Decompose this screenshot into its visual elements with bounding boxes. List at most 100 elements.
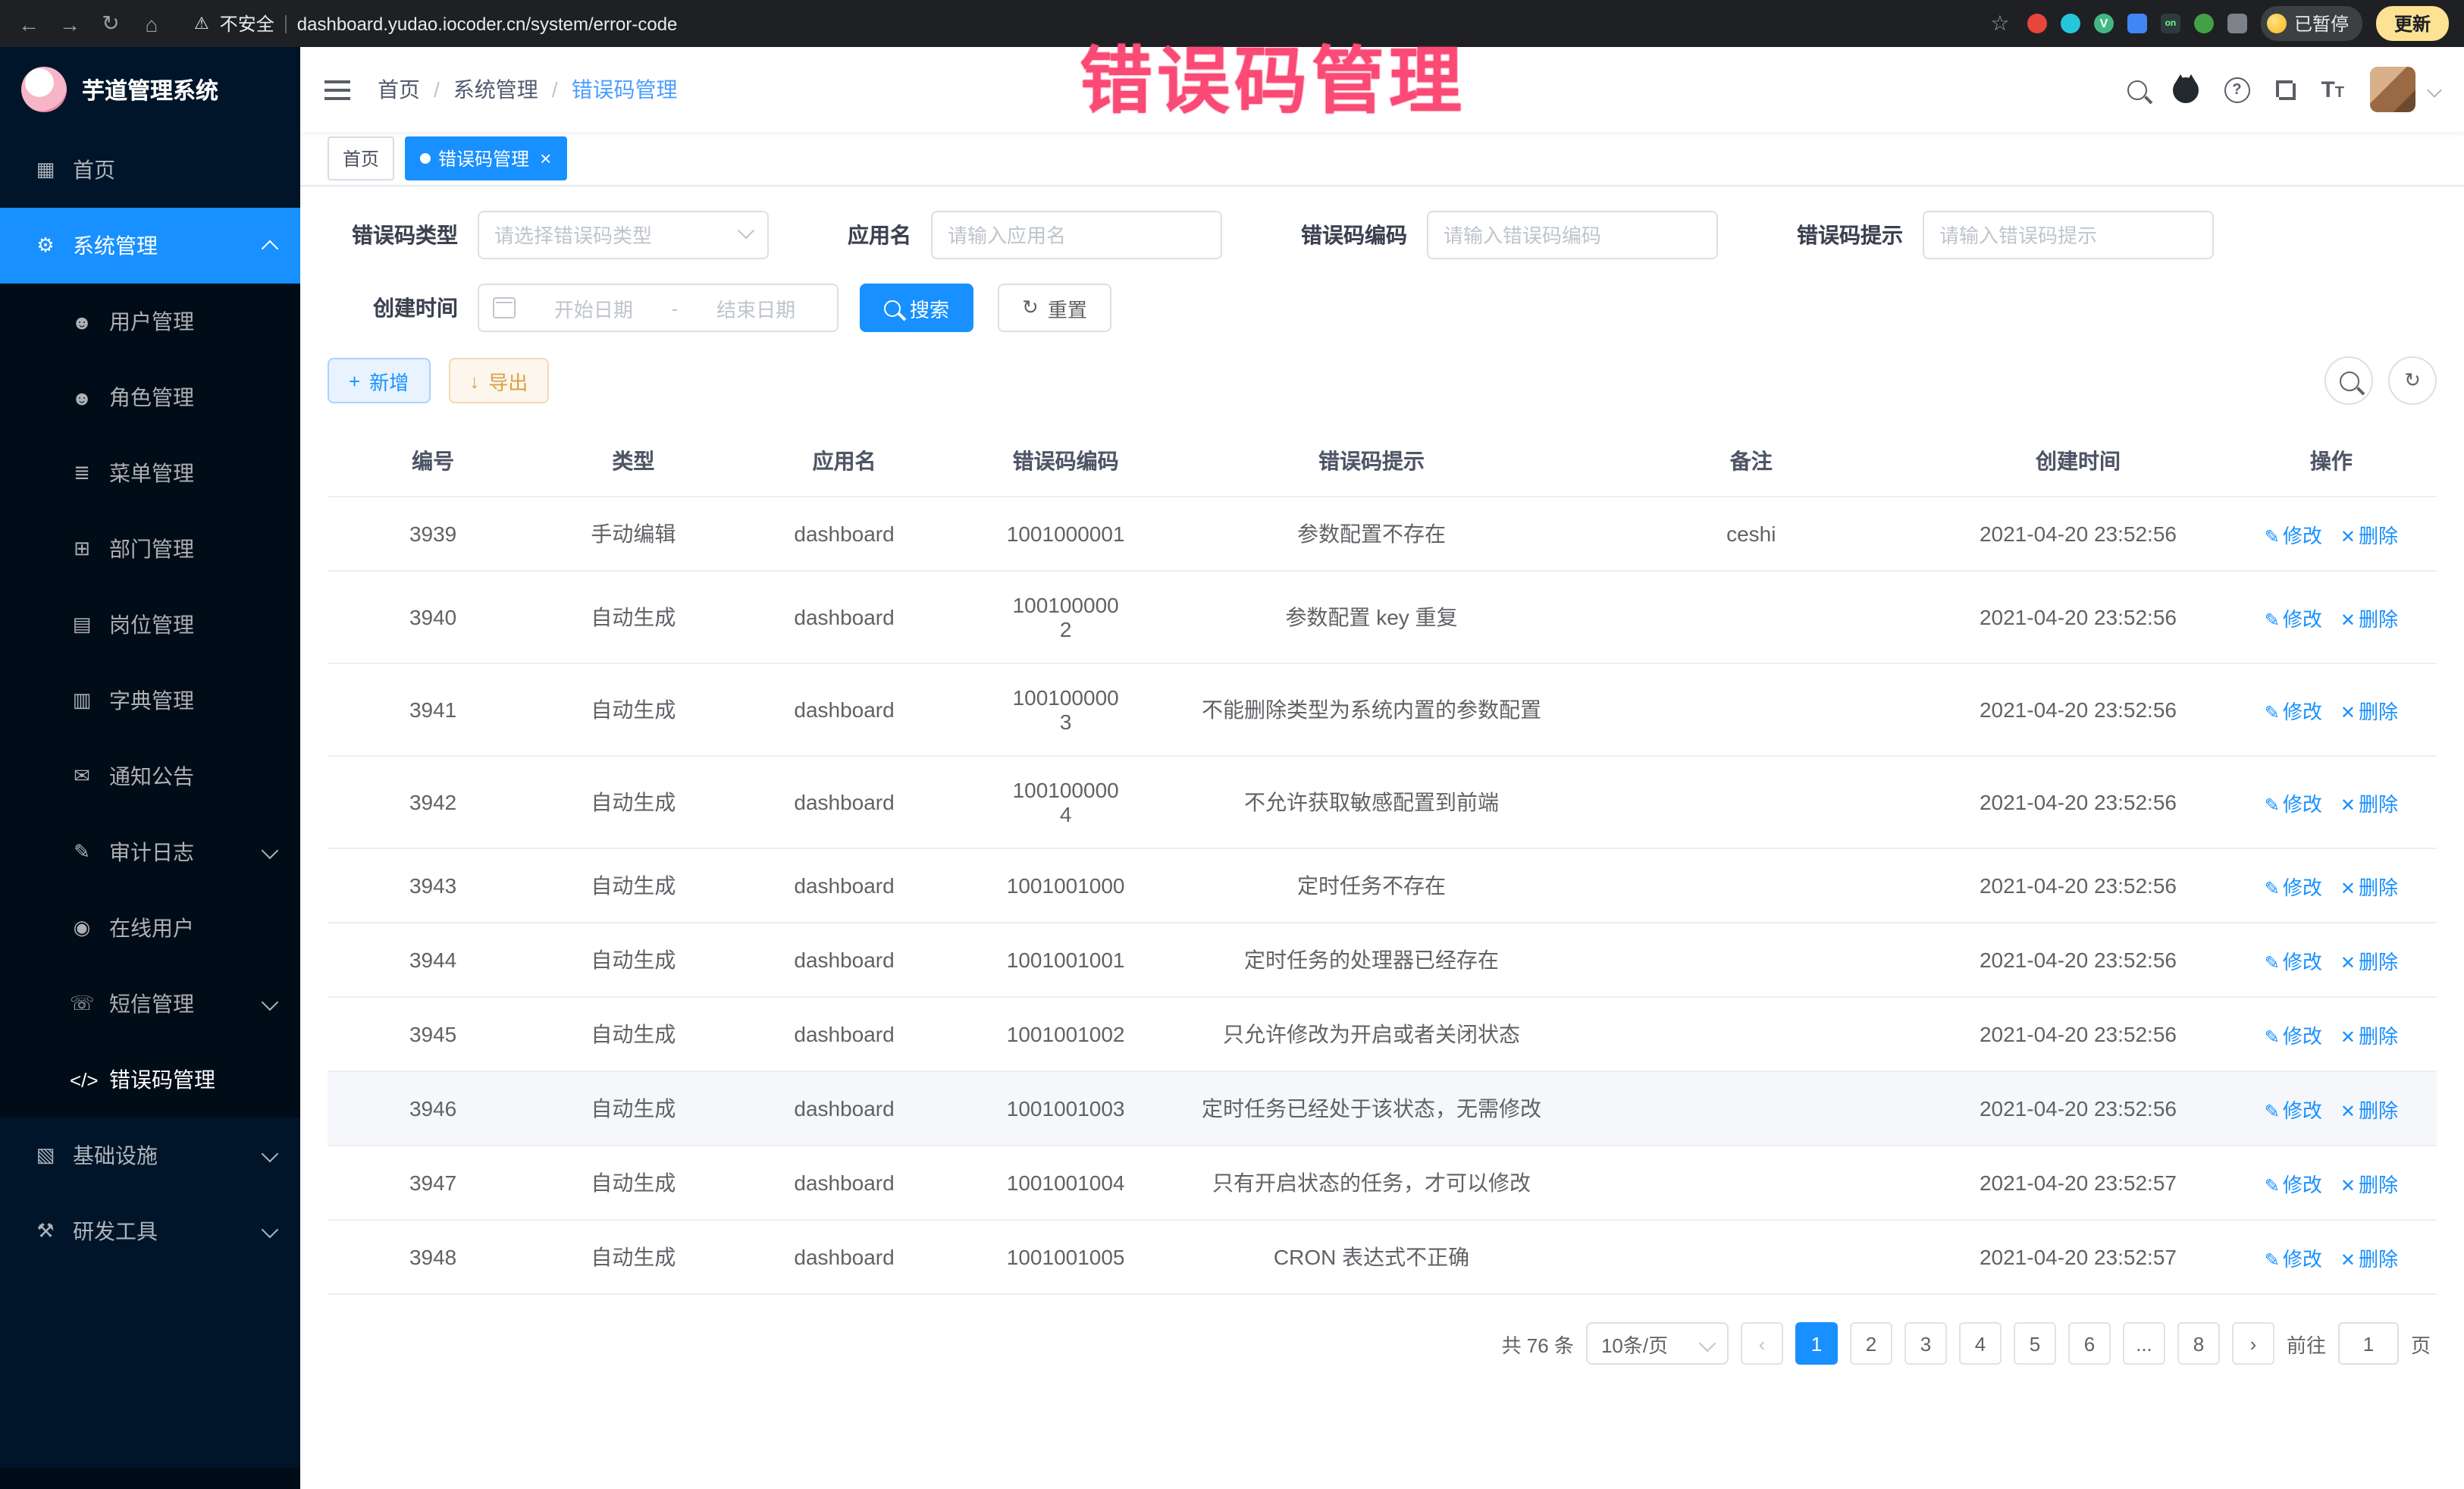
chevron-down-icon bbox=[262, 993, 279, 1011]
extensions-puzzle-icon[interactable] bbox=[2227, 14, 2247, 33]
page-button-5[interactable]: 5 bbox=[2014, 1322, 2056, 1365]
prev-page-button[interactable]: ‹ bbox=[1741, 1322, 1783, 1365]
url-text: dashboard.yudao.iocoder.cn/system/error-… bbox=[297, 13, 678, 34]
refresh-button[interactable]: ↻ bbox=[2388, 356, 2437, 405]
edit-link[interactable]: ✎修改 bbox=[2265, 524, 2322, 547]
delete-link[interactable]: ✕删除 bbox=[2340, 1099, 2398, 1121]
edit-icon: ✎ bbox=[2265, 794, 2280, 815]
row-app: dashboard bbox=[729, 1146, 961, 1220]
update-button[interactable]: 更新 bbox=[2376, 6, 2449, 41]
tab-error-code[interactable]: 错误码管理 × bbox=[405, 136, 566, 180]
date-range-picker[interactable]: 开始日期 - 结束日期 bbox=[478, 284, 839, 332]
edit-link[interactable]: ✎修改 bbox=[2265, 792, 2322, 815]
row-remark bbox=[1572, 1220, 1930, 1294]
sidebar-item-menu[interactable]: ≣菜单管理 bbox=[0, 435, 300, 511]
row-type: 自动生成 bbox=[538, 571, 728, 663]
back-icon[interactable]: ← bbox=[15, 11, 42, 36]
avatar-caret-icon[interactable] bbox=[2427, 82, 2442, 97]
sidebar-item-audit-log[interactable]: ✎审计日志 bbox=[0, 814, 300, 890]
next-page-button[interactable]: › bbox=[2232, 1322, 2274, 1365]
delete-link[interactable]: ✕删除 bbox=[2340, 1247, 2398, 1270]
edit-link[interactable]: ✎修改 bbox=[2265, 607, 2322, 630]
search-button[interactable]: 搜索 bbox=[860, 284, 973, 332]
row-type: 自动生成 bbox=[538, 848, 728, 923]
page-button-6[interactable]: 6 bbox=[2068, 1322, 2111, 1365]
more-pages-button[interactable]: ... bbox=[2123, 1322, 2165, 1365]
delete-link[interactable]: ✕删除 bbox=[2340, 700, 2398, 723]
sidebar-item-system[interactable]: ⚙系统管理 bbox=[0, 208, 300, 284]
delete-link[interactable]: ✕删除 bbox=[2340, 607, 2398, 630]
page-button-4[interactable]: 4 bbox=[1959, 1322, 2002, 1365]
profile-chip[interactable]: 已暂停 bbox=[2261, 6, 2362, 41]
delete-link[interactable]: ✕删除 bbox=[2340, 950, 2398, 973]
app-logo[interactable]: 芋道管理系统 bbox=[0, 47, 300, 132]
extension-vue-icon[interactable]: V bbox=[2094, 14, 2114, 33]
delete-link[interactable]: ✕删除 bbox=[2340, 1173, 2398, 1196]
edit-link[interactable]: ✎修改 bbox=[2265, 876, 2322, 898]
forward-icon[interactable]: → bbox=[56, 11, 83, 36]
header-search-icon[interactable] bbox=[2127, 80, 2146, 99]
add-button[interactable]: + 新增 bbox=[328, 358, 430, 403]
row-msg: 定时任务的处理器已经存在 bbox=[1171, 923, 1572, 997]
edit-link[interactable]: ✎修改 bbox=[2265, 700, 2322, 723]
delete-link[interactable]: ✕删除 bbox=[2340, 524, 2398, 547]
toggle-search-button[interactable] bbox=[2324, 356, 2373, 405]
sidebar-item-post[interactable]: ▤岗位管理 bbox=[0, 587, 300, 663]
edit-link[interactable]: ✎修改 bbox=[2265, 1247, 2322, 1270]
edit-link[interactable]: ✎修改 bbox=[2265, 950, 2322, 973]
bookmark-star-icon[interactable]: ☆ bbox=[1986, 11, 2014, 36]
url-bar[interactable]: ⚠ 不安全 dashboard.yudao.iocoder.cn/system/… bbox=[179, 6, 1973, 41]
goto-page-input[interactable] bbox=[2338, 1322, 2399, 1365]
row-code: 1001000001 bbox=[961, 497, 1171, 571]
delete-link[interactable]: ✕删除 bbox=[2340, 1024, 2398, 1047]
error-code-label: 错误码编码 bbox=[1301, 220, 1407, 250]
extension-red-icon[interactable] bbox=[2027, 14, 2047, 33]
sidebar-item-dict[interactable]: ▥字典管理 bbox=[0, 663, 300, 738]
page-button-1[interactable]: 1 bbox=[1795, 1322, 1838, 1365]
user-avatar[interactable] bbox=[2370, 67, 2415, 112]
export-button[interactable]: ↓ 导出 bbox=[448, 358, 549, 403]
sidebar-toggle-icon[interactable] bbox=[324, 80, 350, 99]
delete-link[interactable]: ✕删除 bbox=[2340, 876, 2398, 898]
reload-icon[interactable]: ↻ bbox=[97, 11, 124, 36]
tab-home[interactable]: 首页 bbox=[328, 136, 394, 180]
breadcrumb-system[interactable]: 系统管理 bbox=[453, 74, 538, 105]
sidebar-item-user[interactable]: ☻用户管理 bbox=[0, 284, 300, 359]
row-type: 自动生成 bbox=[538, 756, 728, 848]
sidebar-item-sms[interactable]: ☏短信管理 bbox=[0, 966, 300, 1042]
sidebar-item-notice[interactable]: ✉通知公告 bbox=[0, 738, 300, 814]
sidebar-item-infra[interactable]: ▧基础设施 bbox=[0, 1118, 300, 1193]
page-button-2[interactable]: 2 bbox=[1850, 1322, 1892, 1365]
edit-link[interactable]: ✎修改 bbox=[2265, 1024, 2322, 1047]
extension-on-icon[interactable]: on bbox=[2161, 14, 2180, 33]
error-msg-input[interactable] bbox=[1923, 211, 2214, 259]
page-size-select[interactable]: 10条/页 bbox=[1586, 1322, 1729, 1365]
edit-link[interactable]: ✎修改 bbox=[2265, 1099, 2322, 1121]
reset-button[interactable]: ↻ 重置 bbox=[998, 284, 1111, 332]
extension-green-icon[interactable] bbox=[2194, 14, 2214, 33]
row-id: 3947 bbox=[328, 1146, 538, 1220]
browser-home-icon[interactable]: ⌂ bbox=[138, 11, 165, 36]
edit-link[interactable]: ✎修改 bbox=[2265, 1173, 2322, 1196]
error-type-select[interactable] bbox=[478, 211, 769, 259]
sidebar-item-dept[interactable]: ⊞部门管理 bbox=[0, 511, 300, 587]
extension-blue-icon[interactable] bbox=[2127, 14, 2147, 33]
tab-close-icon[interactable]: × bbox=[540, 147, 551, 170]
extension-teal-icon[interactable] bbox=[2061, 14, 2080, 33]
delete-link[interactable]: ✕删除 bbox=[2340, 792, 2398, 815]
font-size-icon[interactable]: TT bbox=[2321, 77, 2344, 102]
page-button-3[interactable]: 3 bbox=[1904, 1322, 1947, 1365]
sidebar-item-role[interactable]: ☻角色管理 bbox=[0, 359, 300, 435]
sidebar-item-online-user[interactable]: ◉在线用户 bbox=[0, 890, 300, 966]
error-code-input[interactable] bbox=[1427, 211, 1718, 259]
sidebar-item-dev-tool[interactable]: ⚒研发工具 bbox=[0, 1193, 300, 1269]
breadcrumb-home[interactable]: 首页 bbox=[378, 74, 420, 105]
sidebar-item-error-code[interactable]: </>错误码管理 bbox=[0, 1042, 300, 1118]
page-button-8[interactable]: 8 bbox=[2177, 1322, 2220, 1365]
app-name-input[interactable] bbox=[931, 211, 1222, 259]
github-icon[interactable] bbox=[2172, 77, 2198, 102]
fullscreen-icon[interactable] bbox=[2275, 80, 2295, 99]
sidebar-item-home[interactable]: ▦首页 bbox=[0, 132, 300, 208]
reset-button-label: 重置 bbox=[1048, 293, 1087, 322]
help-icon[interactable]: ? bbox=[2224, 77, 2249, 102]
